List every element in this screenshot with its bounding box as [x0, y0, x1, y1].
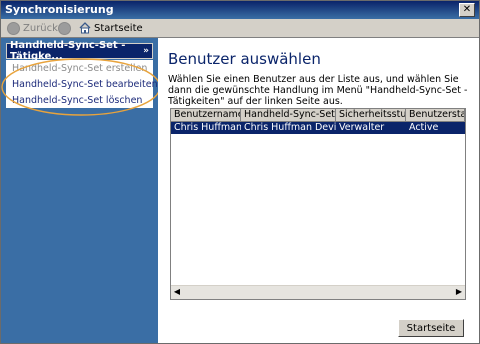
table-header: Benutzername Handheld-Sync-Set Sicherhei… — [171, 109, 465, 122]
back-label: Zurück — [23, 22, 58, 34]
user-table: Benutzername Handheld-Sync-Set Sicherhei… — [170, 108, 466, 300]
back-arrow-icon — [7, 21, 20, 35]
start-page-button[interactable]: Startseite — [398, 319, 464, 337]
cell-security-level: Verwalter — [339, 122, 385, 133]
task-delete-set[interactable]: Handheld-Sync-Set löschen — [12, 95, 142, 106]
task-panel-title: Handheld-Sync-Set - Tätigke... — [10, 40, 126, 62]
home-button[interactable]: Startseite — [79, 20, 143, 36]
cell-sync-set: Chris Huffman Devic... — [244, 122, 336, 133]
column-header-user-status[interactable]: Benutzerstatus — [406, 109, 465, 122]
table-row[interactable]: Chris Huffman Chris Huffman Devic... Ver… — [171, 122, 465, 134]
task-create-set: Handheld-Sync-Set erstellen — [12, 63, 148, 74]
forward-arrow-icon — [58, 21, 71, 35]
collapse-chevron-icon[interactable]: » — [143, 46, 149, 56]
horizontal-scrollbar[interactable]: ◀ ▶ — [171, 285, 465, 299]
home-label: Startseite — [94, 22, 143, 34]
page-title: Benutzer auswählen — [168, 50, 321, 68]
task-edit-set[interactable]: Handheld-Sync-Set bearbeiten — [12, 79, 158, 90]
cell-username: Chris Huffman — [174, 122, 241, 133]
scroll-right-icon[interactable]: ▶ — [454, 287, 464, 297]
home-icon — [79, 22, 91, 34]
sync-window: Synchronisierung ✕ Zurück Startseite Han… — [0, 0, 480, 344]
forward-button[interactable] — [58, 20, 71, 36]
task-panel-header[interactable]: Handheld-Sync-Set - Tätigke... » — [6, 40, 153, 62]
task-panel-body: Handheld-Sync-Set erstellen Handheld-Syn… — [6, 60, 158, 108]
main-content: Benutzer auswählen Wählen Sie einen Benu… — [158, 38, 479, 343]
window-title: Synchronisierung — [5, 3, 114, 16]
instruction-text: Wählen Sie einen Benutzer aus der Liste … — [168, 74, 468, 107]
column-header-sync-set[interactable]: Handheld-Sync-Set — [241, 109, 336, 122]
column-header-username[interactable]: Benutzername — [171, 109, 241, 122]
column-header-security-level[interactable]: Sicherheitsstufe — [336, 109, 406, 122]
scroll-left-icon[interactable]: ◀ — [172, 287, 182, 297]
toolbar: Zurück Startseite — [1, 19, 479, 37]
close-button[interactable]: ✕ — [459, 3, 475, 17]
back-button[interactable]: Zurück — [7, 20, 58, 36]
cell-user-status: Active — [409, 122, 439, 133]
title-bar: Synchronisierung ✕ — [1, 1, 479, 19]
task-sidebar: Handheld-Sync-Set - Tätigke... » Handhel… — [1, 38, 158, 343]
